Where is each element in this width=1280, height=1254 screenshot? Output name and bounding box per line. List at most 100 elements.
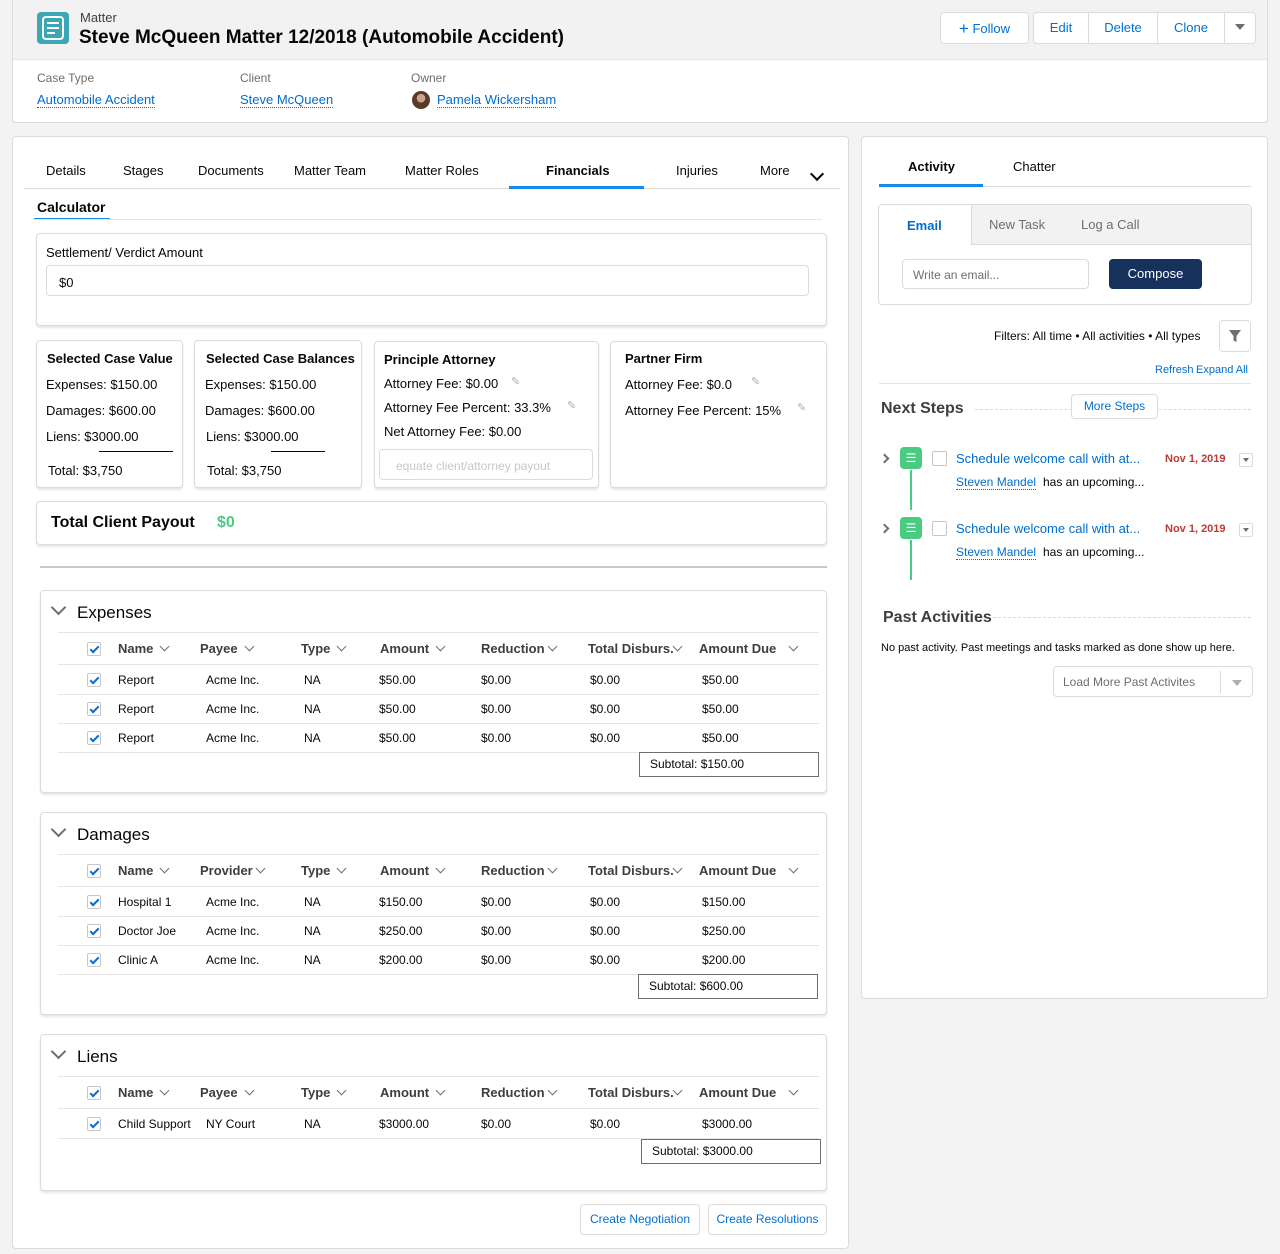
subtab-log-call[interactable]: Log a Call xyxy=(1081,217,1140,232)
tab-activity[interactable]: Activity xyxy=(908,159,955,174)
more-steps-button[interactable]: More Steps xyxy=(1071,394,1158,419)
tab-documents[interactable]: Documents xyxy=(198,163,264,178)
scv-rule xyxy=(99,451,173,452)
col-name[interactable]: Name xyxy=(118,641,170,656)
client-link[interactable]: Steve McQueen xyxy=(240,92,334,108)
col-total-disbursed[interactable]: Total Disburs. xyxy=(588,641,683,656)
row-checkbox[interactable] xyxy=(87,953,101,967)
tab-more[interactable]: More xyxy=(760,163,790,178)
calculator-title: Calculator xyxy=(37,199,106,215)
expand-all-link[interactable]: Expand All xyxy=(1196,364,1248,376)
task-person-link[interactable]: Steven Mandel xyxy=(956,545,1037,560)
col-amount-due[interactable]: Amount Due xyxy=(699,641,799,656)
row-checkbox[interactable] xyxy=(87,924,101,938)
row-name-link[interactable]: Hospital 1 xyxy=(118,895,171,909)
row-name-link[interactable]: Report xyxy=(118,673,154,687)
col-total-disbursed[interactable]: Total Disburs. xyxy=(588,1085,683,1100)
row-divider xyxy=(58,723,819,724)
settlement-input[interactable]: $0 xyxy=(46,265,809,296)
task-person-link[interactable]: Steven Mandel xyxy=(956,475,1037,490)
tab-financials[interactable]: Financials xyxy=(546,163,610,178)
col-name[interactable]: Name xyxy=(118,863,170,878)
create-resolutions-button[interactable]: Create Resolutions xyxy=(708,1204,827,1235)
col-reduction[interactable]: Reduction xyxy=(481,1085,558,1100)
row-name-link[interactable]: Child Support xyxy=(118,1117,191,1131)
row-name-link[interactable]: Report xyxy=(118,731,154,745)
row-amount-due: $50.00 xyxy=(702,702,739,716)
edit-pencil-icon[interactable]: ✎ xyxy=(751,375,763,388)
tab-stages[interactable]: Stages xyxy=(123,163,163,178)
refresh-link[interactable]: Refresh xyxy=(1155,364,1194,376)
row-name-link[interactable]: Report xyxy=(118,702,154,716)
task-menu-dropdown[interactable] xyxy=(1239,453,1253,467)
row-reduction: $0.00 xyxy=(481,702,512,716)
col-reduction[interactable]: Reduction xyxy=(481,641,558,656)
tab-injuries[interactable]: Injuries xyxy=(676,163,718,178)
plus-icon: + xyxy=(958,19,969,38)
col-type[interactable]: Type xyxy=(301,641,347,656)
task-complete-checkbox[interactable] xyxy=(932,451,947,466)
delete-button[interactable]: Delete xyxy=(1088,12,1158,44)
payout-equate-input[interactable]: equate client/attorney payout xyxy=(379,449,593,480)
subtab-new-task[interactable]: New Task xyxy=(989,217,1045,232)
col-type[interactable]: Type xyxy=(301,863,347,878)
row-payee: Acme Inc. xyxy=(206,673,260,687)
tab-matter-team[interactable]: Matter Team xyxy=(294,163,366,178)
col-payee[interactable]: Payee xyxy=(200,641,255,656)
col-provider[interactable]: Provider xyxy=(200,863,266,878)
row-amount: $200.00 xyxy=(379,953,423,967)
past-activities-title: Past Activities xyxy=(883,609,992,626)
col-name[interactable]: Name xyxy=(118,1085,170,1100)
row-checkbox[interactable] xyxy=(87,673,101,687)
timeline-line xyxy=(910,470,912,510)
row-amount: $50.00 xyxy=(379,702,416,716)
col-amount-due[interactable]: Amount Due xyxy=(699,863,799,878)
pf-fee: Attorney Fee: $0.0 xyxy=(625,377,732,392)
row-type: NA xyxy=(304,924,321,938)
select-all-checkbox[interactable] xyxy=(87,864,101,878)
edit-button[interactable]: Edit xyxy=(1033,12,1089,44)
row-checkbox[interactable] xyxy=(87,1117,101,1131)
col-amount[interactable]: Amount xyxy=(380,1085,446,1100)
compose-button[interactable]: Compose xyxy=(1109,259,1202,289)
col-amount[interactable]: Amount xyxy=(380,641,446,656)
filter-button[interactable] xyxy=(1219,320,1251,352)
select-all-checkbox[interactable] xyxy=(87,1086,101,1100)
task-complete-checkbox[interactable] xyxy=(932,521,947,536)
tab-details[interactable]: Details xyxy=(46,163,86,178)
edit-pencil-icon[interactable]: ✎ xyxy=(567,399,579,412)
select-all-checkbox[interactable] xyxy=(87,642,101,656)
tab-chatter[interactable]: Chatter xyxy=(1013,159,1056,174)
col-type[interactable]: Type xyxy=(301,1085,347,1100)
tab-matter-roles[interactable]: Matter Roles xyxy=(405,163,479,178)
clone-button[interactable]: Clone xyxy=(1157,12,1225,44)
task-subject-link[interactable]: Schedule welcome call with at... xyxy=(956,451,1140,466)
pa-fee-percent: Attorney Fee Percent: 33.3% xyxy=(384,400,551,415)
liens-head-bottom xyxy=(58,1108,819,1109)
col-total-disbursed[interactable]: Total Disburs. xyxy=(588,863,683,878)
row-total-disbursed: $0.00 xyxy=(590,702,621,716)
follow-button[interactable]: + Follow xyxy=(940,12,1029,44)
edit-pencil-icon[interactable]: ✎ xyxy=(511,375,523,388)
row-name-link[interactable]: Clinic A xyxy=(118,953,158,967)
row-name-link[interactable]: Doctor Joe xyxy=(118,924,176,938)
row-checkbox[interactable] xyxy=(87,702,101,716)
task-menu-dropdown[interactable] xyxy=(1239,523,1253,537)
load-more-button[interactable]: Load More Past Activites xyxy=(1053,666,1253,697)
subtab-email[interactable]: Email xyxy=(907,218,942,233)
owner-link[interactable]: Pamela Wickersham xyxy=(437,92,557,108)
edit-pencil-icon[interactable]: ✎ xyxy=(797,401,809,414)
col-amount-due[interactable]: Amount Due xyxy=(699,1085,799,1100)
case-type-link[interactable]: Automobile Accident xyxy=(37,92,155,108)
row-checkbox[interactable] xyxy=(87,895,101,909)
row-provider: Acme Inc. xyxy=(206,895,260,909)
col-amount[interactable]: Amount xyxy=(380,863,446,878)
col-reduction[interactable]: Reduction xyxy=(481,863,558,878)
email-input[interactable]: Write an email... xyxy=(902,259,1089,289)
create-negotiation-button[interactable]: Create Negotiation xyxy=(580,1204,700,1235)
total-payout-label: Total Client Payout xyxy=(51,514,195,531)
task-subject-link[interactable]: Schedule welcome call with at... xyxy=(956,521,1140,536)
actions-dropdown-button[interactable] xyxy=(1224,12,1256,44)
col-payee[interactable]: Payee xyxy=(200,1085,255,1100)
row-checkbox[interactable] xyxy=(87,731,101,745)
